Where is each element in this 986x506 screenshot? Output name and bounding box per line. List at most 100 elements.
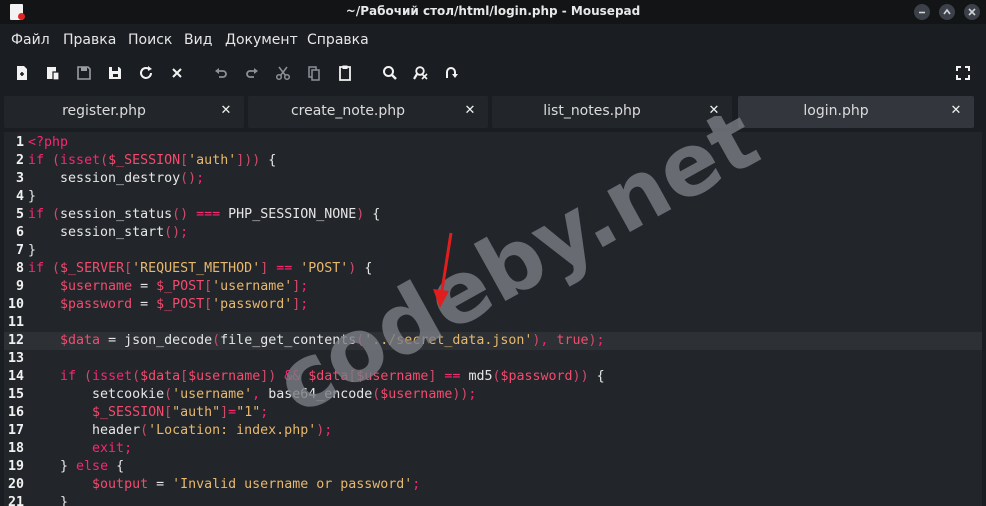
go-to-line-button[interactable]: [443, 64, 461, 82]
tab-register-php[interactable]: register.php ✕: [4, 96, 244, 128]
fullscreen-button[interactable]: [954, 64, 972, 82]
search-button[interactable]: [381, 64, 399, 82]
code-line[interactable]: 9 $username = $_POST['username'];: [4, 278, 982, 296]
menu-view[interactable]: Вид: [184, 32, 212, 48]
line-number: 21: [7, 495, 24, 506]
code-text: <?php: [28, 135, 69, 150]
line-number: 7: [15, 243, 24, 258]
fullscreen-icon: [956, 66, 970, 80]
code-text: session_start();: [28, 225, 189, 240]
menu-bar: Файл Правка Поиск Вид Документ Справка: [0, 24, 986, 56]
tab-close-icon[interactable]: ✕: [218, 103, 234, 119]
menu-document[interactable]: Документ: [225, 32, 298, 48]
code-text: if (session_status() === PHP_SESSION_NON…: [28, 207, 381, 222]
save-icon: [77, 66, 91, 80]
line-number: 5: [15, 207, 24, 222]
code-line[interactable]: 3 session_destroy();: [4, 170, 982, 188]
maximize-icon: [943, 8, 951, 15]
code-line[interactable]: 17 header('Location: index.php');: [4, 422, 982, 440]
tab-close-icon[interactable]: ✕: [706, 103, 722, 119]
code-line[interactable]: 21 }: [4, 494, 982, 506]
code-text: if (isset($_SESSION['auth'])) {: [28, 153, 277, 168]
tab-close-icon[interactable]: ✕: [948, 103, 964, 119]
code-line[interactable]: 6 session_start();: [4, 224, 982, 242]
line-number: 9: [15, 279, 24, 294]
minimize-icon: [919, 11, 925, 14]
find-replace-button[interactable]: [412, 64, 430, 82]
new-window-button[interactable]: [44, 64, 62, 82]
menu-help[interactable]: Справка: [307, 32, 369, 48]
copy-icon: [308, 66, 320, 81]
line-number: 11: [7, 315, 24, 330]
window-title: ~/Рабочий стол/html/login.php - Mousepad: [345, 4, 641, 18]
code-text: } else {: [28, 459, 125, 474]
menu-edit[interactable]: Правка: [63, 32, 116, 48]
code-text: exit;: [28, 441, 133, 456]
title-bar: ~/Рабочий стол/html/login.php - Mousepad: [0, 0, 986, 24]
code-editor[interactable]: 1 <?php 2 if (isset($_SESSION['auth'])) {3 …: [4, 132, 982, 506]
code-line[interactable]: 1 <?php: [4, 134, 982, 152]
code-text: $_SESSION["auth"]="1";: [28, 405, 269, 420]
new-document-icon: [17, 66, 27, 80]
cut-icon: [275, 66, 291, 81]
close-document-icon: [172, 68, 182, 78]
tab-label: register.php: [62, 103, 146, 119]
save-as-button[interactable]: [106, 64, 124, 82]
code-text: $password = $_POST['password'];: [28, 297, 309, 312]
tab-bar: register.php ✕ create_note.php ✕ list_no…: [0, 90, 986, 132]
line-number: 15: [7, 387, 24, 402]
search-icon: [383, 66, 397, 80]
code-line[interactable]: 8 if ($_SERVER['REQUEST_METHOD'] == 'POST…: [4, 260, 982, 278]
minimize-button[interactable]: [914, 4, 930, 20]
new-document-button[interactable]: [13, 64, 31, 82]
line-number: 6: [15, 225, 24, 240]
line-number: 18: [7, 441, 24, 456]
tab-close-icon[interactable]: ✕: [462, 103, 478, 119]
tab-label: login.php: [803, 103, 869, 119]
code-text: if (isset($data[$username]) && $data[$us…: [28, 369, 605, 384]
undo-button[interactable]: [212, 64, 230, 82]
save-as-icon: [109, 67, 121, 79]
code-line[interactable]: 14 if (isset($data[$username]) && $data[…: [4, 368, 982, 386]
code-text: header('Location: index.php');: [28, 423, 333, 438]
reload-button[interactable]: [137, 64, 155, 82]
tab-list-notes-php[interactable]: list_notes.php ✕: [492, 96, 732, 128]
toolbar: [0, 56, 986, 90]
tab-create-note-php[interactable]: create_note.php ✕: [248, 96, 488, 128]
code-text: session_destroy();: [28, 171, 205, 186]
cut-button[interactable]: [274, 64, 292, 82]
code-line[interactable]: 15 setcookie('username', base64_encode($…: [4, 386, 982, 404]
menu-file[interactable]: Файл: [11, 32, 50, 48]
code-line[interactable]: 4}: [4, 188, 982, 206]
code-line[interactable]: 11: [4, 314, 982, 332]
copy-button[interactable]: [305, 64, 323, 82]
paste-button[interactable]: [336, 64, 354, 82]
line-number: 3: [15, 171, 24, 186]
save-button[interactable]: [75, 64, 93, 82]
code-line[interactable]: 12 $data = json_decode(file_get_contents…: [4, 332, 982, 350]
code-text: $username = $_POST['username'];: [28, 279, 309, 294]
code-text: $data = json_decode(file_get_contents('.…: [28, 333, 605, 348]
code-line[interactable]: 2 if (isset($_SESSION['auth'])) {: [4, 152, 982, 170]
code-text: }: [28, 495, 69, 506]
menu-search[interactable]: Поиск: [128, 32, 172, 48]
line-number: 16: [7, 405, 24, 420]
code-text: if ($_SERVER['REQUEST_METHOD'] == 'POST'…: [28, 261, 373, 276]
code-line[interactable]: 18 exit;: [4, 440, 982, 458]
code-line[interactable]: 5 if (session_status() === PHP_SESSION_NO…: [4, 206, 982, 224]
tab-label: create_note.php: [290, 103, 406, 119]
code-line[interactable]: 13: [4, 350, 982, 368]
code-line[interactable]: 10 $password = $_POST['password'];: [4, 296, 982, 314]
code-line[interactable]: 19 } else {: [4, 458, 982, 476]
maximize-button[interactable]: [939, 4, 955, 20]
code-text: setcookie('username', base64_encode($use…: [28, 387, 477, 402]
close-window-button[interactable]: [964, 4, 980, 20]
code-line[interactable]: 16 $_SESSION["auth"]="1";: [4, 404, 982, 422]
code-line[interactable]: 7}: [4, 242, 982, 260]
tab-login-php[interactable]: login.php ✕: [738, 96, 974, 128]
code-line[interactable]: 20 $output = 'Invalid username or passwo…: [4, 476, 982, 494]
close-document-button[interactable]: [168, 64, 186, 82]
redo-button[interactable]: [243, 64, 261, 82]
line-number: 1: [15, 135, 24, 150]
new-window-icon: [47, 67, 60, 81]
